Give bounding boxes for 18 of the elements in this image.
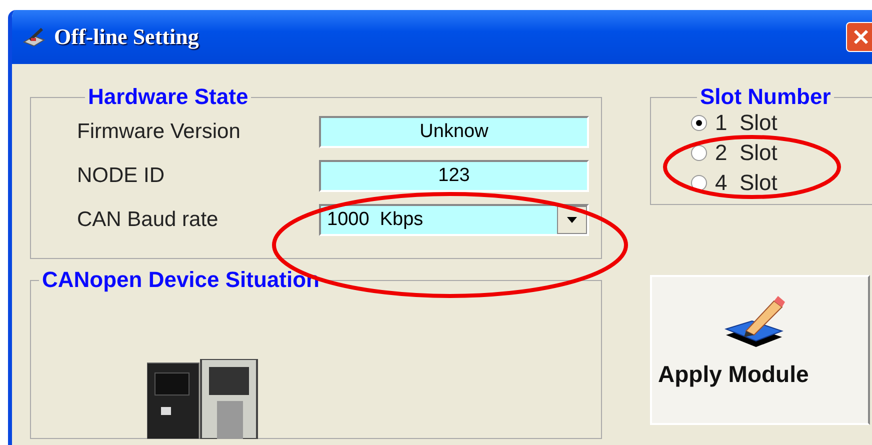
- field-label: CAN Baud rate: [77, 208, 220, 232]
- slot-radio-option[interactable]: 2 Slot: [691, 140, 872, 166]
- field-label: NODE ID: [77, 164, 166, 188]
- radio-button[interactable]: [691, 115, 707, 131]
- value-field[interactable]: Unknow: [319, 116, 589, 148]
- close-icon[interactable]: [852, 28, 870, 46]
- group-title: Slot Number: [699, 84, 832, 110]
- field-label: Firmware Version: [77, 120, 242, 144]
- slot-radio-option[interactable]: 4 Slot: [691, 170, 872, 196]
- close-button[interactable]: [846, 22, 872, 52]
- value-field[interactable]: 123: [319, 160, 589, 192]
- apply-module-button[interactable]: Apply Module: [650, 275, 870, 425]
- radio-button[interactable]: [691, 145, 707, 161]
- group-title: CANopen Device Situation: [41, 267, 320, 293]
- group-title: Hardware State: [87, 84, 250, 110]
- window-title: Off-line Setting: [54, 24, 199, 50]
- slot-radio-option[interactable]: 1 Slot: [691, 110, 872, 136]
- baud-rate-dropdown[interactable]: 1000 Kbps: [319, 204, 589, 236]
